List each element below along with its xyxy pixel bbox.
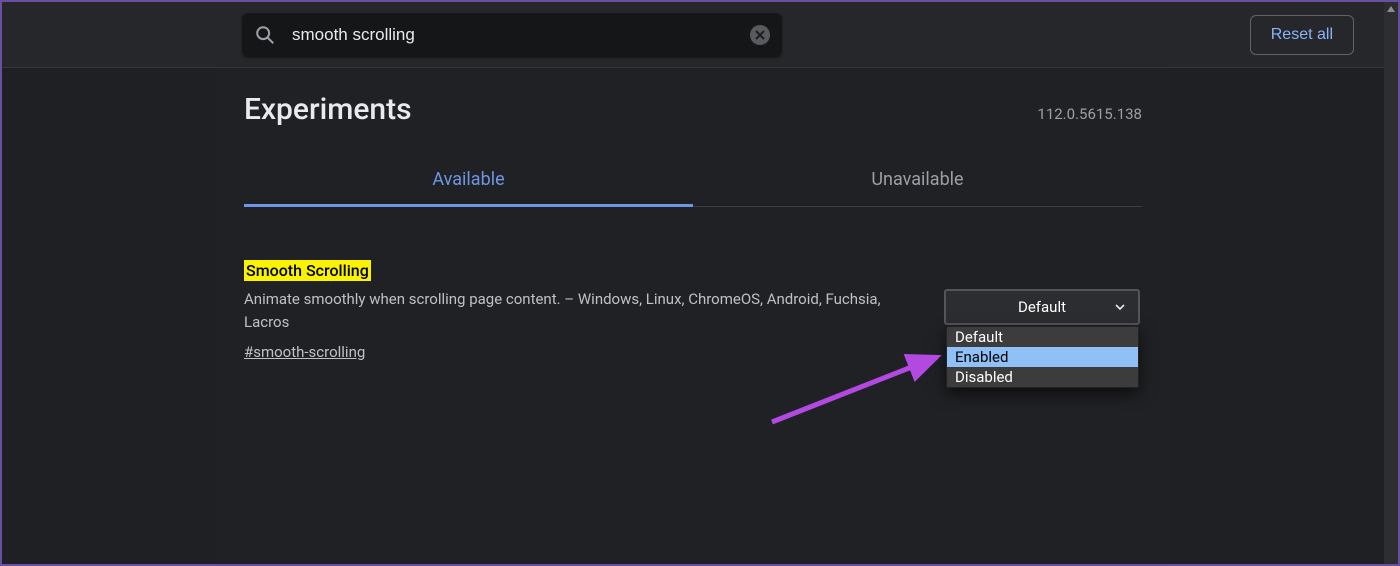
- flag-anchor-link[interactable]: #smooth-scrolling: [244, 343, 365, 361]
- flag-description: Animate smoothly when scrolling page con…: [244, 288, 904, 335]
- flag-row: Smooth Scrolling Animate smoothly when s…: [244, 261, 1142, 361]
- dropdown-option-enabled[interactable]: Enabled: [947, 347, 1138, 367]
- version-label: 112.0.5615.138: [1037, 105, 1142, 123]
- header-bar: Reset all: [2, 2, 1384, 68]
- tabs: Available Unavailable: [244, 153, 1142, 207]
- search-input[interactable]: [290, 24, 736, 46]
- flag-text: Smooth Scrolling Animate smoothly when s…: [244, 261, 904, 361]
- tab-unavailable[interactable]: Unavailable: [693, 153, 1142, 206]
- reset-all-button[interactable]: Reset all: [1250, 15, 1354, 55]
- dropdown-list: Default Enabled Disabled: [946, 326, 1139, 388]
- chevron-down-icon: [1114, 301, 1126, 313]
- dropdown-option-disabled[interactable]: Disabled: [947, 367, 1138, 387]
- experiments-panel: Experiments 112.0.5615.138 Available Una…: [216, 68, 1170, 564]
- flag-state-dropdown[interactable]: Default: [944, 289, 1140, 325]
- scroll-up-arrow-icon: [1384, 2, 1398, 16]
- dropdown-selected-label: Default: [1018, 298, 1066, 316]
- search-box[interactable]: [242, 13, 782, 57]
- page-title: Experiments: [244, 92, 412, 127]
- tab-available[interactable]: Available: [244, 153, 693, 206]
- clear-search-button[interactable]: [750, 25, 770, 45]
- dropdown-option-default[interactable]: Default: [947, 327, 1138, 347]
- search-icon: [254, 24, 276, 46]
- flag-title: Smooth Scrolling: [244, 260, 371, 281]
- flag-control: Default Default Enabled Disabled: [944, 289, 1140, 361]
- close-icon: [755, 30, 765, 40]
- scrollbar[interactable]: [1384, 2, 1398, 564]
